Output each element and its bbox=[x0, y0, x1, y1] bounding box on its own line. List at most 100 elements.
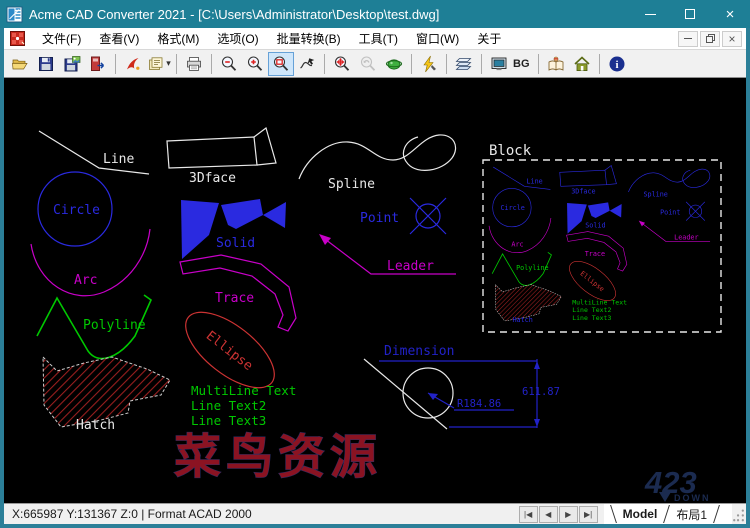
about-button[interactable]: i bbox=[604, 52, 630, 76]
layers-button[interactable] bbox=[451, 52, 477, 76]
tab-separator bbox=[663, 505, 671, 523]
export-button[interactable] bbox=[85, 52, 111, 76]
coordinates-status: X:665987 Y:131367 Z:0 | Format ACAD 2000 bbox=[12, 507, 252, 521]
trace-label: Trace bbox=[215, 291, 254, 306]
cad-drawing: Line Circle Arc 3Dface Solid Spline Poin… bbox=[30, 126, 722, 503]
svg-text:i: i bbox=[615, 59, 618, 71]
solid-entity: Solid bbox=[181, 199, 286, 259]
mdi-minimize-button[interactable] bbox=[678, 30, 698, 47]
line-label: Line bbox=[103, 152, 134, 167]
export-icon bbox=[91, 56, 105, 71]
dimension-label: Dimension bbox=[384, 344, 454, 359]
logo-watermark: 423 DOWN bbox=[644, 465, 711, 503]
circle-label: Circle bbox=[53, 203, 100, 218]
menu-view[interactable]: 查看(V) bbox=[90, 28, 148, 49]
quick-markup-button[interactable] bbox=[416, 52, 442, 76]
menu-options[interactable]: 选项(O) bbox=[208, 28, 267, 49]
zoom-previous-button[interactable] bbox=[355, 52, 381, 76]
app-icon bbox=[6, 6, 23, 22]
menu-format[interactable]: 格式(M) bbox=[148, 28, 208, 49]
toolbar-separator bbox=[211, 53, 212, 74]
leader-entity: Leader bbox=[319, 234, 456, 275]
status-bar: X:665987 Y:131367 Z:0 | Format ACAD 2000… bbox=[4, 503, 746, 524]
zoom-window-icon bbox=[273, 55, 289, 71]
first-layout-button[interactable]: |◀ bbox=[518, 505, 538, 523]
title-bar: Acme CAD Converter 2021 - [C:\Users\Admi… bbox=[0, 0, 750, 28]
batch-convert-icon bbox=[149, 56, 163, 70]
background-color-button[interactable] bbox=[486, 52, 512, 76]
arc-label: Arc bbox=[74, 273, 97, 288]
hatch-entity: Hatch bbox=[42, 355, 171, 433]
spline-label: Spline bbox=[328, 177, 375, 192]
face3d-label: 3Dface bbox=[189, 171, 236, 186]
mtext-line3: Line Text3 bbox=[191, 413, 266, 428]
zoom-previous-icon bbox=[360, 55, 376, 71]
next-layout-button[interactable]: ▶ bbox=[558, 505, 578, 523]
circle-entity: Circle bbox=[37, 171, 113, 247]
trace-entity: Trace bbox=[179, 254, 297, 332]
arc-entity: Arc bbox=[30, 228, 151, 297]
block-contents bbox=[488, 165, 711, 325]
minimize-button[interactable] bbox=[630, 0, 670, 28]
menu-window[interactable]: 窗口(W) bbox=[407, 28, 468, 49]
mdi-minimize-icon bbox=[684, 38, 692, 39]
menu-about[interactable]: 关于 bbox=[468, 28, 510, 49]
face3d-entity: 3Dface bbox=[166, 126, 277, 186]
menu-bar: 文件(F) 查看(V) 格式(M) 选项(O) 批量转换(B) 工具(T) 窗口… bbox=[4, 28, 746, 50]
polyline-entity: Polyline bbox=[36, 294, 152, 360]
last-layout-button[interactable]: ▶| bbox=[578, 505, 598, 523]
tab-model[interactable]: Model bbox=[621, 504, 660, 524]
help-book-icon bbox=[548, 56, 563, 71]
toolbar-separator bbox=[411, 53, 412, 74]
tab-layout1[interactable]: 布局1 bbox=[674, 504, 709, 524]
mtext-entity: MultiLine Text Line Text2 Line Text3 bbox=[191, 383, 296, 428]
mdi-restore-icon bbox=[705, 34, 715, 43]
home-button[interactable] bbox=[569, 52, 595, 76]
zoom-out-button[interactable] bbox=[216, 52, 242, 76]
layout-nav-buttons: |◀ ◀ ▶ ▶| bbox=[518, 505, 598, 523]
background-monitor-icon bbox=[491, 57, 507, 70]
save-icon bbox=[39, 56, 53, 71]
logo-word: DOWN bbox=[674, 493, 711, 503]
batch-convert-caret-icon: ▾ bbox=[166, 58, 171, 68]
polyline-label: Polyline bbox=[83, 318, 146, 333]
zoom-in-icon bbox=[247, 55, 263, 71]
zoom-window-button[interactable] bbox=[268, 51, 294, 76]
pdf-icon bbox=[127, 57, 140, 70]
mdi-restore-button[interactable] bbox=[700, 30, 720, 47]
mdi-close-button[interactable]: × bbox=[722, 30, 742, 47]
orbit-button[interactable] bbox=[381, 52, 407, 76]
layout-tabs: Model 布局1 bbox=[603, 504, 732, 524]
menu-batch-convert[interactable]: 批量转换(B) bbox=[268, 28, 350, 49]
close-button[interactable]: × bbox=[710, 0, 750, 28]
batch-convert-button[interactable]: ▾ bbox=[146, 52, 172, 76]
leader-label: Leader bbox=[387, 259, 434, 274]
mtext-line2: Line Text2 bbox=[191, 398, 266, 413]
print-button[interactable] bbox=[181, 52, 207, 76]
bg-label: BG bbox=[513, 57, 530, 70]
solid-label: Solid bbox=[216, 236, 255, 251]
toolbar-separator bbox=[115, 53, 116, 74]
zoom-in-button[interactable] bbox=[242, 52, 268, 76]
ellipse-label: Ellipse bbox=[203, 328, 256, 374]
open-button[interactable] bbox=[7, 52, 33, 76]
point-entity: Point bbox=[360, 197, 447, 235]
orbit-icon bbox=[385, 58, 403, 70]
zoom-extents-button[interactable] bbox=[329, 52, 355, 76]
previous-layout-button[interactable]: ◀ bbox=[538, 505, 558, 523]
help-button[interactable] bbox=[543, 52, 569, 76]
pan-button[interactable] bbox=[294, 52, 320, 76]
drawing-viewport[interactable]: Line Circle Arc 3Dface Solid Spline Poin… bbox=[4, 78, 746, 503]
save-as-icon bbox=[64, 55, 81, 71]
maximize-button[interactable] bbox=[670, 0, 710, 28]
menu-file[interactable]: 文件(F) bbox=[33, 28, 90, 49]
block-entity: Block bbox=[482, 143, 722, 333]
zoom-out-icon bbox=[221, 55, 237, 71]
info-icon: i bbox=[609, 56, 624, 71]
print-icon bbox=[187, 56, 201, 71]
save-button[interactable] bbox=[33, 52, 59, 76]
menu-tools[interactable]: 工具(T) bbox=[350, 28, 407, 49]
save-as-button[interactable] bbox=[59, 52, 85, 76]
resize-grip[interactable] bbox=[732, 504, 746, 524]
pdf-button[interactable] bbox=[120, 52, 146, 76]
